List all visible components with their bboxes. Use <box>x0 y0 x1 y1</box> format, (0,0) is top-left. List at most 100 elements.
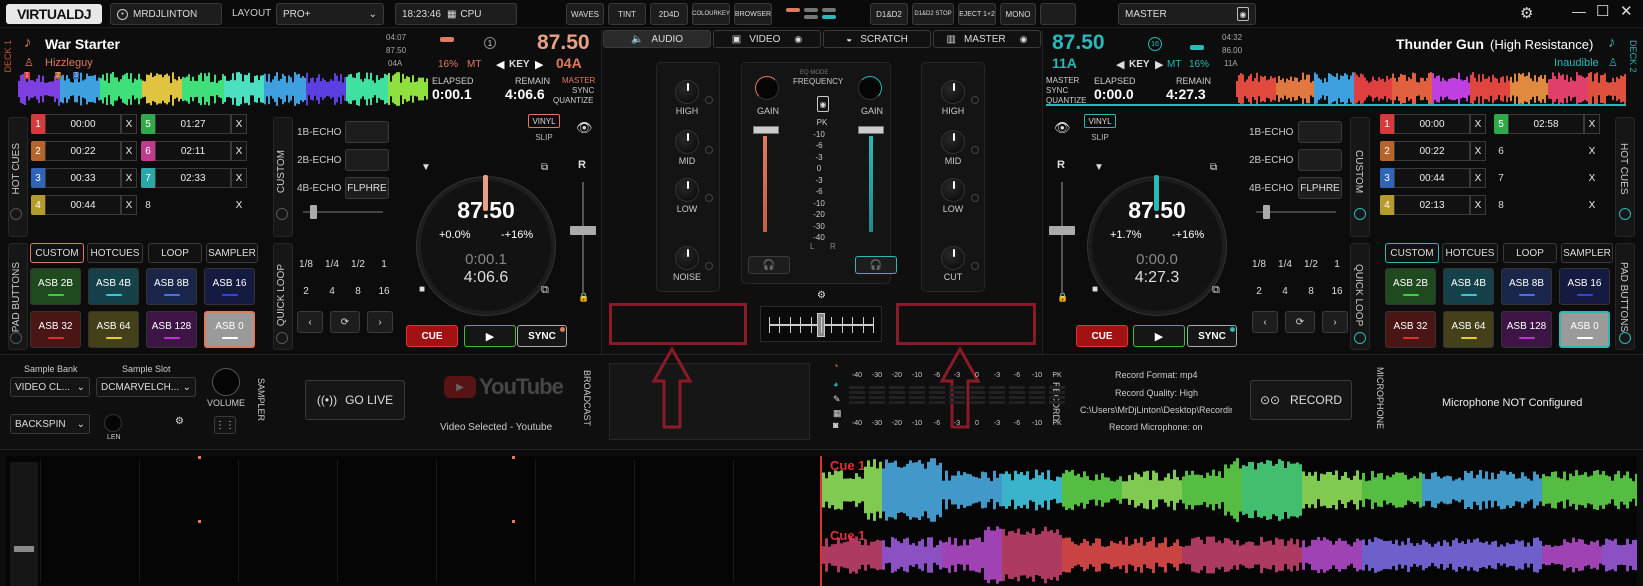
deck1-echo-1[interactable]: 1B-ECHO <box>297 127 341 138</box>
deck2-master-label[interactable]: MASTER <box>1046 76 1079 85</box>
deck2-loop-next-icon[interactable]: › <box>1322 311 1348 333</box>
hotcue-time[interactable]: 00:44 <box>45 195 121 215</box>
eq-low-knob[interactable] <box>941 178 965 202</box>
loop-1-4[interactable]: 1/4 <box>320 253 344 275</box>
deck2-reverse-button[interactable]: R <box>1057 159 1065 171</box>
deck2-fx-slot-1[interactable] <box>1298 121 1342 143</box>
waves-button[interactable]: WAVES <box>566 3 604 25</box>
delete-cue-icon[interactable]: X <box>1470 195 1486 215</box>
colourkey-button[interactable]: COLOURKEY <box>692 3 730 25</box>
delete-cue-icon[interactable]: X <box>231 141 247 161</box>
tint-button[interactable]: TINT <box>608 3 646 25</box>
deck1-echo-2[interactable]: 2B-ECHO <box>297 155 341 166</box>
deck2-hotcue-1[interactable]: 1 00:00 X <box>1380 114 1486 134</box>
go-live-button[interactable]: ((•)) GO LIVE <box>305 380 405 420</box>
tab-audio[interactable]: 🔈 AUDIO <box>603 30 711 48</box>
deck2-square-icon[interactable]: ■ <box>1092 284 1098 295</box>
deck1-hotcue-7[interactable]: 7 02:33 X <box>141 168 247 188</box>
delete-cue-icon[interactable]: X <box>231 195 247 215</box>
sampler-grid-icon[interactable]: ⋮⋮ <box>214 416 236 434</box>
loop-16[interactable]: 16 <box>372 280 396 302</box>
eq-noise-knob[interactable] <box>675 246 699 270</box>
tab-video[interactable]: ▣ VIDEO ◉ <box>713 30 821 48</box>
deck1-sync-label[interactable]: SYNC <box>572 86 594 95</box>
deck2-quickloop-toggle[interactable] <box>1354 332 1366 344</box>
hotcue-time[interactable]: 00:00 <box>1394 114 1470 134</box>
eq-kill-toggle[interactable] <box>971 96 979 104</box>
loop-1[interactable]: 1 <box>372 253 396 275</box>
eq-high-knob[interactable] <box>941 80 965 104</box>
deck1-pitch-fader[interactable] <box>570 226 596 235</box>
waveform-zoom-handle[interactable] <box>14 546 34 552</box>
tab-pad-hotcues[interactable]: HOTCUES <box>1442 243 1498 263</box>
deck2-play-button[interactable]: ▶ <box>1133 325 1185 347</box>
d1d2-button[interactable]: D1&D2 <box>870 3 908 25</box>
deck2-fx-slot-2[interactable] <box>1298 149 1342 171</box>
deck2-echo-2[interactable]: 2B-ECHO <box>1249 155 1293 166</box>
pad-asb-4b[interactable]: ASB 4B <box>88 268 139 305</box>
pfl-speaker-icon[interactable]: ◉ <box>817 96 829 112</box>
deck2-key-left-arrow-icon[interactable]: ◀ <box>1116 58 1124 71</box>
master-output[interactable]: MASTER ◉ <box>1118 3 1256 25</box>
deck1-play-button[interactable]: ▶ <box>464 325 516 347</box>
maximize-icon[interactable]: ☐ <box>1596 2 1609 20</box>
key-right-arrow-icon[interactable]: ▶ <box>535 58 543 71</box>
deck2-screen-icon[interactable]: ⧉ <box>1210 162 1217 173</box>
hotcue-time[interactable] <box>1508 141 1584 161</box>
deck1-lock-icon[interactable]: 🔒 <box>578 292 589 303</box>
loop-2[interactable]: 2 <box>1247 280 1271 302</box>
deck2-gain-knob[interactable] <box>858 76 882 100</box>
deck1-hotcue-4[interactable]: 4 00:44 X <box>31 195 137 215</box>
pad-asb-16[interactable]: ASB 16 <box>204 268 255 305</box>
deck1-volume-fader[interactable] <box>753 126 779 134</box>
loop-2[interactable]: 2 <box>294 280 318 302</box>
deck2-overview-waveform[interactable] <box>1236 72 1626 106</box>
tab-master[interactable]: ▥ MASTER ◉ <box>933 30 1041 48</box>
eq-kill-toggle[interactable] <box>705 194 713 202</box>
sample-slot-select[interactable]: DCMARVELCH... ⌄ <box>96 377 196 397</box>
hotcue-time[interactable]: 00:22 <box>1394 141 1470 161</box>
loop-1-4[interactable]: 1/4 <box>1273 253 1297 275</box>
eq-high-knob[interactable] <box>675 80 699 104</box>
pad-asb-128[interactable]: ASB 128 <box>1501 311 1552 348</box>
tab-pad-sampler[interactable]: SAMPLER <box>1561 243 1613 263</box>
record-button[interactable]: ⊙⊙ RECORD <box>1250 380 1352 420</box>
deck2-pads-toggle[interactable] <box>1619 332 1631 344</box>
deck2-volume-fader[interactable] <box>858 126 884 134</box>
blank-button[interactable] <box>1040 3 1076 25</box>
deck1-gain-knob[interactable] <box>755 76 779 100</box>
delete-cue-icon[interactable]: X <box>1584 114 1600 134</box>
deck2-loop-prev-icon[interactable]: ‹ <box>1252 311 1278 333</box>
eq-kill-toggle[interactable] <box>705 96 713 104</box>
pad-asb-0[interactable]: ASB 0 <box>204 311 255 348</box>
deck2-scrolling-waveform[interactable] <box>822 524 1637 586</box>
deck1-custom-toggle[interactable] <box>276 208 288 220</box>
loop-4[interactable]: 4 <box>320 280 344 302</box>
eq-kill-toggle[interactable] <box>971 262 979 270</box>
deck2-hotcue-8[interactable]: 8X <box>1494 195 1600 215</box>
loop-16[interactable]: 16 <box>1325 280 1349 302</box>
hotcue-time[interactable]: 01:27 <box>155 114 231 134</box>
pad-asb-2b[interactable]: ASB 2B <box>1385 268 1436 305</box>
deck2-hotcue-5[interactable]: 5 02:58 X <box>1494 114 1600 134</box>
pad-asb-64[interactable]: ASB 64 <box>1443 311 1494 348</box>
gear-icon[interactable]: ⚙ <box>1520 4 1533 22</box>
deck2-fx-slider-handle[interactable] <box>1263 205 1270 219</box>
deck1-headphone-button[interactable]: 🎧 <box>748 256 790 274</box>
deck1-scrolling-waveform[interactable] <box>822 456 1637 524</box>
delete-cue-icon[interactable]: X <box>1470 168 1486 188</box>
deck2-cue-button[interactable]: CUE <box>1076 325 1128 347</box>
deck1-loop-next-icon[interactable]: › <box>367 311 393 333</box>
deck2-key-right-arrow-icon[interactable]: ▶ <box>1155 58 1163 71</box>
delete-cue-icon[interactable]: X <box>1584 141 1600 161</box>
deck2-hotcue-3[interactable]: 3 00:44 X <box>1380 168 1486 188</box>
deck1-down-icon[interactable]: ▼ <box>421 162 431 173</box>
deck2-hotcue-7[interactable]: 7X <box>1494 168 1600 188</box>
hotcue-time[interactable]: 00:22 <box>45 141 121 161</box>
deck1-reverse-button[interactable]: R <box>578 159 586 171</box>
deck1-fx-slot-1[interactable] <box>345 121 389 143</box>
hotcue-time[interactable]: 02:58 <box>1508 114 1584 134</box>
crossfader-settings-icon[interactable]: ⚙ <box>817 290 826 301</box>
delete-cue-icon[interactable]: X <box>231 168 247 188</box>
pad-asb-8b[interactable]: ASB 8B <box>1501 268 1552 305</box>
